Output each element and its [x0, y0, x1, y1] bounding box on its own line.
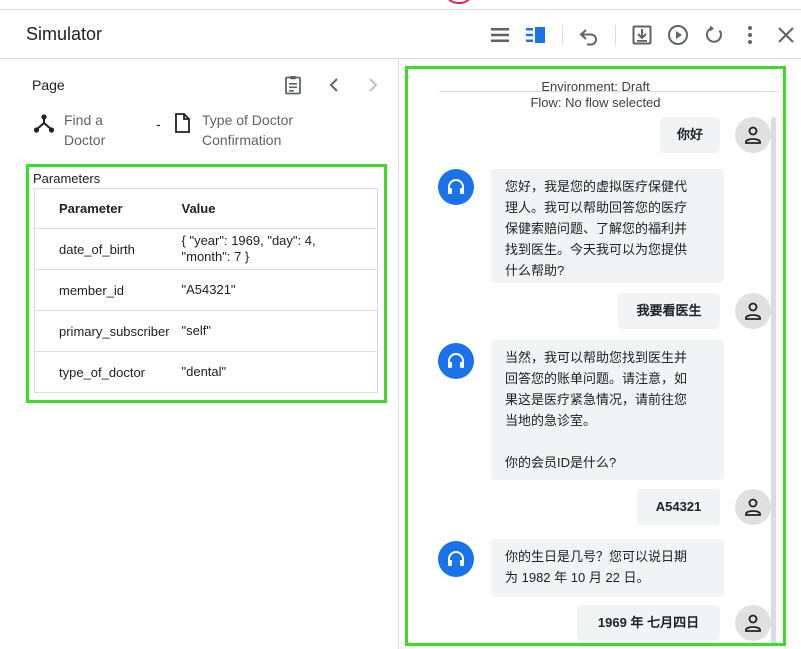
param-value: "A54321"	[181, 269, 378, 311]
user-message: A54321	[637, 489, 720, 525]
user-avatar	[735, 489, 771, 525]
headset-icon	[448, 551, 464, 566]
agent-avatar	[438, 169, 474, 205]
crumb-to[interactable]: Type of Doctor Confirmation	[202, 110, 293, 150]
environment-label: Environment: Draft	[541, 79, 650, 94]
close-icon[interactable]	[774, 23, 798, 47]
split-view-icon[interactable]	[524, 23, 548, 47]
agent-message: 你的生日是几号？您可以说日期 为 1982 年 10 月 22 日。	[491, 539, 724, 597]
page-label: Page	[32, 77, 65, 93]
param-value: "self"	[181, 310, 378, 352]
chevron-left-icon[interactable]	[322, 73, 346, 97]
user-message: 我要看医生	[618, 293, 720, 329]
panel-title: Simulator	[26, 24, 103, 44]
user-avatar	[735, 605, 771, 641]
user-avatar	[735, 117, 771, 153]
headset-icon	[448, 353, 464, 368]
more-vert-icon[interactable]	[738, 23, 762, 47]
param-value: { "year": 1969, "day": 4, "month": 7 }	[181, 228, 378, 270]
table-row: member_id "A54321"	[34, 269, 378, 311]
table-row: primary_subscriber "self"	[34, 310, 378, 352]
chat-panel: Environment: Draft Flow: No flow selecte…	[405, 66, 786, 646]
play-icon[interactable]	[666, 23, 690, 47]
panel-divider	[398, 59, 399, 649]
column-header-parameter: Parameter	[34, 188, 182, 229]
environment-info: Environment: Draft Flow: No flow selecte…	[408, 79, 783, 111]
crumb-separator: -	[156, 116, 161, 132]
chevron-right-icon[interactable]	[361, 73, 385, 97]
undo-icon[interactable]	[577, 23, 601, 47]
list-view-icon[interactable]	[488, 23, 512, 47]
toolbar-separator	[615, 25, 616, 45]
user-message: 1969 年 七月四日	[577, 605, 720, 641]
clipboard-icon[interactable]	[281, 73, 305, 97]
column-header-value: Value	[181, 188, 378, 229]
table-header-row: Parameter Value	[34, 188, 378, 229]
simulator-header: Simulator	[0, 11, 801, 59]
parameters-title: Parameters	[33, 171, 101, 186]
toolbar-separator	[562, 25, 563, 45]
param-name: member_id	[34, 269, 182, 311]
person-icon	[745, 498, 761, 516]
person-icon	[745, 302, 761, 320]
top-strip	[0, 0, 801, 10]
flow-label: Flow: No flow selected	[530, 95, 661, 110]
flow-icon	[33, 114, 55, 133]
person-icon	[745, 126, 761, 144]
user-avatar	[735, 293, 771, 329]
agent-avatar	[438, 343, 474, 379]
table-row: type_of_doctor "dental"	[34, 351, 378, 393]
reset-icon[interactable]	[702, 23, 726, 47]
param-name: date_of_birth	[34, 228, 182, 270]
headset-icon	[448, 179, 464, 194]
param-name: primary_subscriber	[34, 310, 182, 352]
param-name: type_of_doctor	[34, 351, 182, 393]
export-icon[interactable]	[630, 23, 654, 47]
page-panel: Page Find a Doctor - Type of Doctor Conf…	[0, 60, 398, 649]
parameters-section: Parameters Parameter Value date_of_birth…	[26, 164, 387, 403]
agent-message: 您好，我是您的虚拟医疗保健代 理人。我可以帮助回答您的医疗 保健索赔问题、了解您…	[491, 169, 724, 283]
person-icon	[745, 614, 761, 632]
table-row: date_of_birth { "year": 1969, "day": 4, "…	[34, 228, 378, 270]
parameters-table: Parameter Value date_of_birth { "year": …	[34, 188, 378, 393]
user-message: 你好	[660, 117, 720, 153]
crumb-from[interactable]: Find a Doctor	[64, 110, 105, 150]
param-value: "dental"	[181, 351, 378, 393]
agent-message: 当然，我可以帮助您找到医生并 回答您的账单问题。请注意，如 果这是医疗紧急情况，…	[491, 340, 724, 480]
chat-scrollbar[interactable]	[771, 117, 776, 643]
page-icon	[175, 113, 190, 133]
agent-avatar	[438, 541, 474, 577]
notification-ring	[446, 0, 472, 4]
